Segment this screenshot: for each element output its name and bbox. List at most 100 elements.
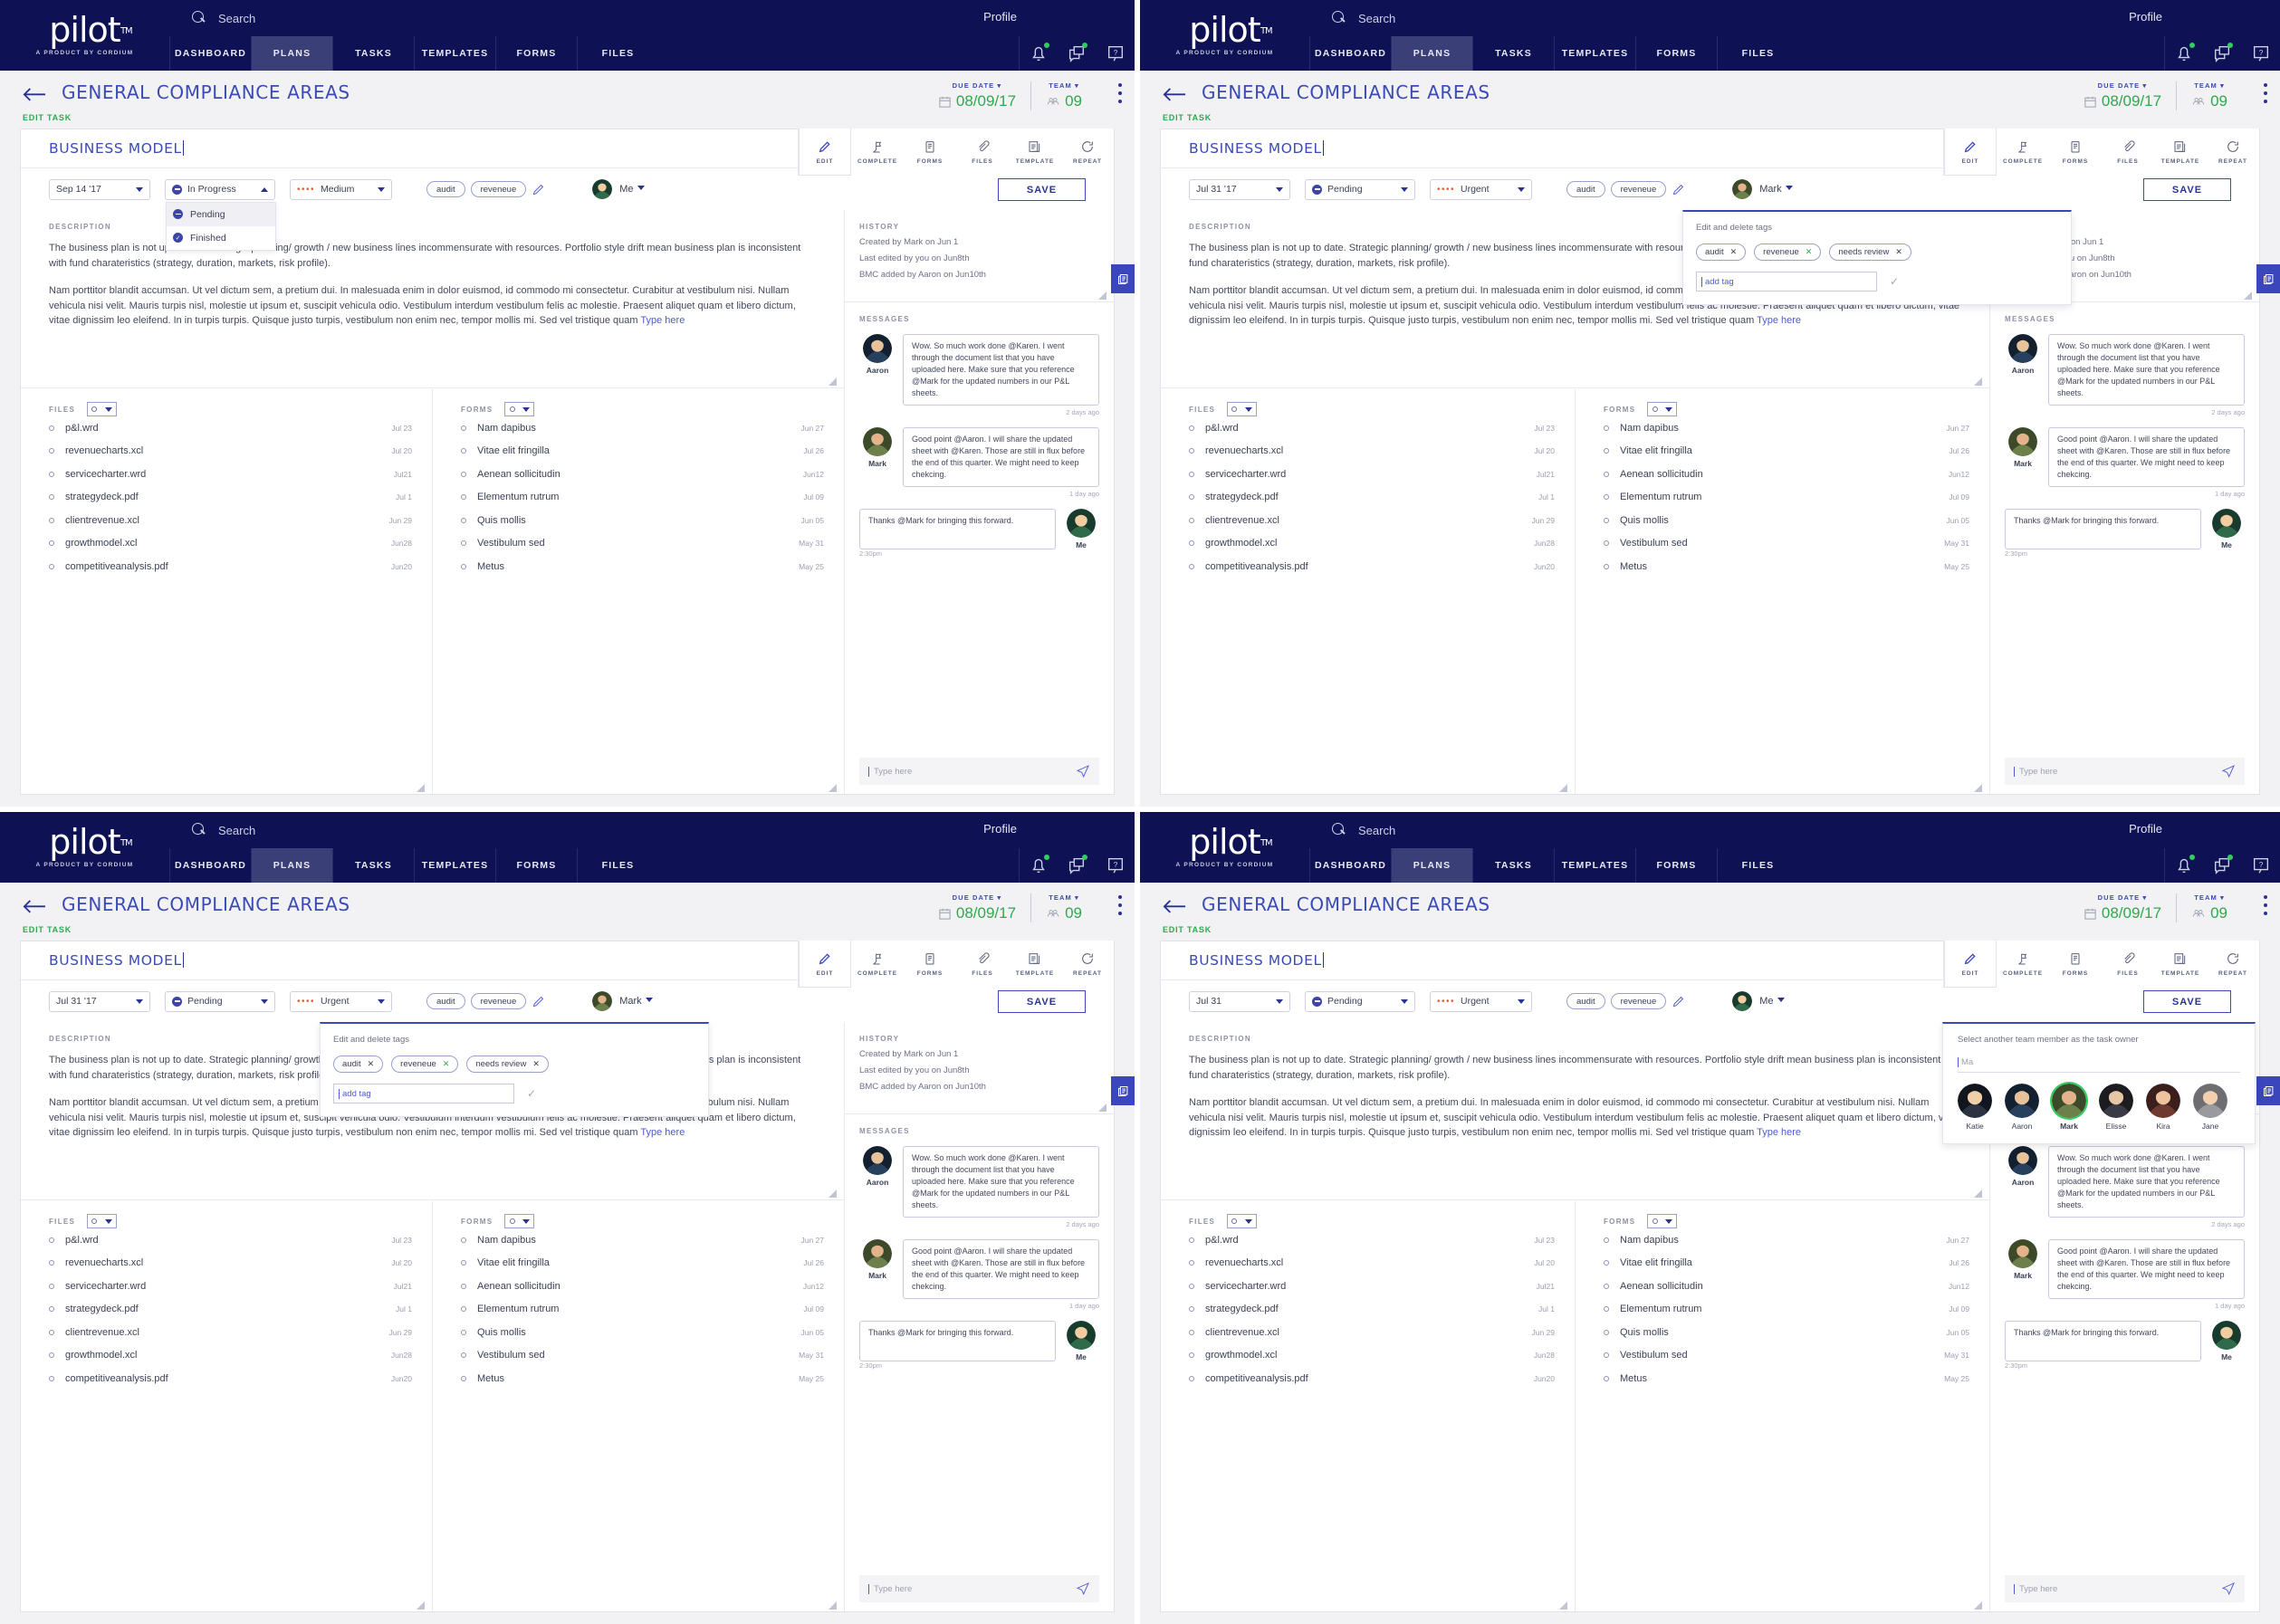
- team-meta[interactable]: TEAM ▾ 09: [1030, 893, 1097, 922]
- add-tag-input[interactable]: add tag: [333, 1084, 514, 1103]
- priority-select[interactable]: •••• Urgent: [1430, 990, 1532, 1012]
- chat-icon[interactable]: [2212, 855, 2234, 875]
- send-icon[interactable]: [1076, 764, 1090, 779]
- tag[interactable]: audit: [1566, 993, 1605, 1009]
- owner-search-input[interactable]: Ma: [1958, 1053, 2240, 1073]
- tag[interactable]: audit: [1566, 181, 1605, 197]
- tag-chip[interactable]: needs review ✕: [466, 1056, 549, 1073]
- add-tag-input[interactable]: add tag: [1696, 272, 1877, 291]
- edit-tags-icon[interactable]: [532, 995, 545, 1008]
- edit-tags-icon[interactable]: [1672, 995, 1685, 1008]
- save-button[interactable]: SAVE: [998, 990, 1086, 1013]
- resize-handle[interactable]: [2244, 288, 2252, 300]
- list-item[interactable]: p&l.wrd Jul 23: [1189, 416, 1555, 440]
- status-select[interactable]: Pending: [1305, 990, 1415, 1012]
- list-item[interactable]: Nam dapibus Jun 27: [1604, 1228, 1969, 1252]
- resize-handle[interactable]: [829, 1598, 837, 1610]
- description-text[interactable]: The business plan is not up to date. Str…: [1189, 1053, 1961, 1141]
- tag-chip[interactable]: audit ✕: [1696, 244, 1747, 261]
- message-composer[interactable]: Type here: [859, 758, 1099, 785]
- list-item[interactable]: servicecharter.wrd Jul21: [49, 463, 412, 486]
- list-item[interactable]: Vitae elit fringilla Jul 26: [1604, 1252, 1969, 1275]
- list-item[interactable]: Aenean sollicitudin Jun12: [1604, 463, 1969, 486]
- remove-tag-icon[interactable]: ✕: [1806, 247, 1813, 257]
- list-item[interactable]: Vitae elit fringilla Jul 26: [461, 1252, 824, 1275]
- team-member-mark[interactable]: Mark: [2052, 1084, 2086, 1131]
- tab-dashboard[interactable]: DASHBOARD: [169, 36, 251, 71]
- back-button[interactable]: [1163, 899, 1186, 915]
- tab-dashboard[interactable]: DASHBOARD: [169, 848, 251, 883]
- list-item[interactable]: p&l.wrd Jul 23: [49, 1228, 412, 1252]
- list-item[interactable]: strategydeck.pdf Jul 1: [1189, 1298, 1555, 1322]
- brand-logo[interactable]: pilot TM A PRODUCT BY CORDIUM: [1140, 0, 1309, 71]
- list-item[interactable]: p&l.wrd Jul 23: [1189, 1228, 1555, 1252]
- files-filter-select[interactable]: [87, 402, 118, 416]
- list-item[interactable]: Vitae elit fringilla Jul 26: [1604, 440, 1969, 463]
- list-item[interactable]: competitiveanalysis.pdf Jun20: [49, 1367, 412, 1390]
- help-icon[interactable]: ?: [1106, 855, 1126, 875]
- brand-logo[interactable]: pilot TM A PRODUCT BY CORDIUM: [0, 812, 169, 883]
- help-icon[interactable]: ?: [2251, 43, 2271, 63]
- list-item[interactable]: growthmodel.xcl Jun28: [49, 1344, 412, 1368]
- team-member-kira[interactable]: Kira: [2146, 1084, 2180, 1131]
- message-composer[interactable]: Type here: [2005, 1575, 2245, 1602]
- tab-files[interactable]: FILES: [1717, 848, 1798, 883]
- more-options-button[interactable]: [2264, 895, 2267, 920]
- list-item[interactable]: Metus May 25: [1604, 1367, 1969, 1390]
- tag[interactable]: audit: [426, 181, 465, 197]
- remove-tag-icon[interactable]: ✕: [443, 1059, 450, 1069]
- resize-handle[interactable]: [417, 780, 425, 792]
- resize-handle[interactable]: [829, 780, 837, 792]
- tab-tasks[interactable]: TASKS: [332, 848, 414, 883]
- files-filter-select[interactable]: [1227, 1214, 1258, 1228]
- priority-select[interactable]: •••• Urgent: [290, 990, 392, 1012]
- task-owner[interactable]: Me: [1732, 991, 1785, 1011]
- status-select[interactable]: Pending: [165, 990, 275, 1012]
- tab-templates[interactable]: TEMPLATES: [414, 848, 495, 883]
- side-document-tab[interactable]: [1111, 1076, 1135, 1105]
- status-select[interactable]: Pending: [1305, 178, 1415, 200]
- resize-handle[interactable]: [1974, 374, 1982, 386]
- profile-link[interactable]: Profile: [983, 10, 1017, 24]
- confirm-tag-icon[interactable]: ✓: [1890, 275, 1899, 288]
- list-item[interactable]: growthmodel.xcl Jun28: [49, 532, 412, 556]
- list-item[interactable]: revenuecharts.xcl Jul 20: [1189, 440, 1555, 463]
- list-item[interactable]: strategydeck.pdf Jul 1: [49, 1298, 412, 1322]
- list-item[interactable]: Elementum rutrum Jul 09: [1604, 486, 1969, 510]
- send-icon[interactable]: [2221, 1581, 2236, 1596]
- resize-handle[interactable]: [1098, 288, 1106, 300]
- list-item[interactable]: competitiveanalysis.pdf Jun20: [49, 555, 412, 578]
- search-input[interactable]: Search: [1358, 12, 1395, 25]
- tab-files[interactable]: FILES: [1717, 36, 1798, 71]
- list-item[interactable]: Quis mollis Jun 05: [461, 509, 824, 532]
- remove-tag-icon[interactable]: ✕: [1730, 247, 1738, 257]
- resize-handle[interactable]: [1974, 1598, 1982, 1610]
- task-title-input[interactable]: BUSINESS MODEL: [49, 952, 184, 969]
- list-item[interactable]: Vestibulum sed May 31: [461, 1344, 824, 1368]
- list-item[interactable]: Quis mollis Jun 05: [1604, 1321, 1969, 1344]
- list-item[interactable]: strategydeck.pdf Jul 1: [1189, 486, 1555, 510]
- remove-tag-icon[interactable]: ✕: [368, 1059, 375, 1069]
- team-member-aaron[interactable]: Aaron: [2005, 1084, 2039, 1131]
- task-owner[interactable]: Mark: [592, 991, 653, 1011]
- tab-plans[interactable]: PLANS: [251, 848, 332, 883]
- resize-handle[interactable]: [1098, 1100, 1106, 1112]
- tab-files[interactable]: FILES: [577, 36, 658, 71]
- back-button[interactable]: [1163, 87, 1186, 103]
- tab-forms[interactable]: FORMS: [1635, 36, 1717, 71]
- search-input[interactable]: Search: [1358, 824, 1395, 837]
- task-title-input[interactable]: BUSINESS MODEL: [1189, 952, 1324, 969]
- tag[interactable]: reveneue: [470, 181, 527, 197]
- status-option-finished[interactable]: ✓ Finished: [167, 226, 275, 250]
- description-placeholder[interactable]: Type here: [1757, 1127, 1801, 1138]
- tab-dashboard[interactable]: DASHBOARD: [1309, 848, 1391, 883]
- tab-tasks[interactable]: TASKS: [332, 36, 414, 71]
- remove-tag-icon[interactable]: ✕: [532, 1059, 540, 1069]
- tag[interactable]: reveneue: [470, 993, 527, 1009]
- bell-icon[interactable]: [1029, 855, 1050, 875]
- due-date-meta[interactable]: DUE DATE ▾ 08/09/17: [2069, 81, 2176, 110]
- list-item[interactable]: clientrevenue.xcl Jun 29: [49, 1321, 412, 1344]
- team-member-jane[interactable]: Jane: [2193, 1084, 2227, 1131]
- list-item[interactable]: revenuecharts.xcl Jul 20: [1189, 1252, 1555, 1275]
- team-member-elisse[interactable]: Elisse: [2099, 1084, 2133, 1131]
